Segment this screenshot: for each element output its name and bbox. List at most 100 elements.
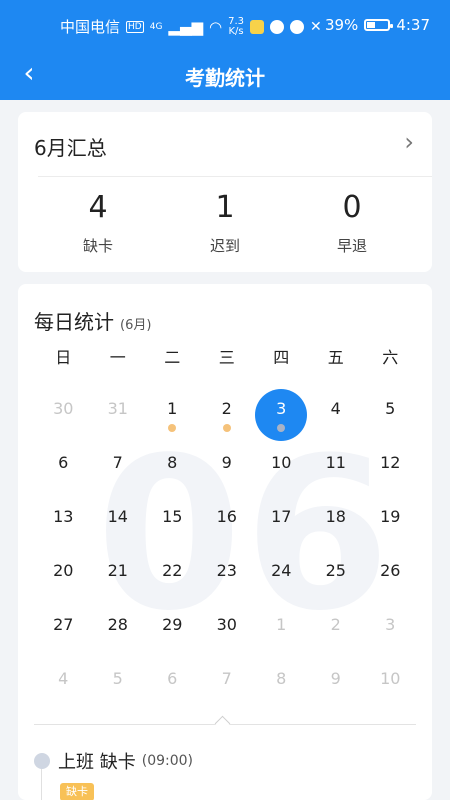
- calendar-day[interactable]: 1: [254, 602, 309, 656]
- wechat-icon: [290, 19, 305, 34]
- stat-late[interactable]: 1 迟到: [165, 190, 285, 256]
- stat-missing-punch[interactable]: 4 缺卡: [38, 190, 158, 256]
- day-number: 21: [107, 561, 128, 580]
- speed-unit: K/s: [228, 25, 244, 37]
- day-number: 8: [276, 669, 287, 688]
- calendar-day[interactable]: 28: [91, 602, 146, 656]
- calendar-day[interactable]: 7: [200, 656, 255, 710]
- calendar-day[interactable]: 6: [36, 440, 91, 494]
- day-number: 13: [53, 507, 74, 526]
- calendar-day[interactable]: 5: [91, 656, 146, 710]
- day-number: 28: [107, 615, 128, 634]
- calendar-day[interactable]: 18: [309, 494, 364, 548]
- calendar-day[interactable]: 2: [200, 386, 255, 440]
- speed-value: 7.3: [228, 15, 245, 27]
- calendar-day[interactable]: 22: [145, 548, 200, 602]
- calendar-day[interactable]: 9: [200, 440, 255, 494]
- notification-app-icon: [270, 19, 285, 34]
- app-header: 中国电信 HD 4G ▂▄▆ ◠ 7.3 K/s ✕ 39% 4:37 ‹ 考勤…: [0, 0, 450, 100]
- calendar-week-row: 4 5 6 7 8 9 10: [36, 656, 418, 710]
- day-number: 3: [385, 615, 396, 634]
- hd-badge: HD: [126, 20, 144, 33]
- calendar-day[interactable]: 12: [363, 440, 418, 494]
- calendar-day[interactable]: 27: [36, 602, 91, 656]
- day-number: 3: [255, 389, 308, 441]
- day-number: 5: [385, 399, 396, 418]
- exception-dot: [168, 424, 177, 432]
- calendar-day[interactable]: 13: [36, 494, 91, 548]
- calendar-day-selected[interactable]: 3: [254, 386, 309, 441]
- calendar-day[interactable]: 19: [363, 494, 418, 548]
- collapse-caret-icon[interactable]: [214, 715, 231, 732]
- month-tag: (6月): [120, 318, 152, 333]
- calendar-day[interactable]: 26: [363, 548, 418, 602]
- day-number: 1: [167, 399, 178, 418]
- weekday-label: 日: [55, 348, 72, 367]
- day-number: 18: [325, 507, 346, 526]
- stat-early-leave[interactable]: 0 早退: [292, 190, 412, 256]
- calendar-day[interactable]: 23: [200, 548, 255, 602]
- chevron-right-icon[interactable]: ›: [404, 128, 414, 156]
- calendar-day[interactable]: 7: [91, 440, 146, 494]
- calendar-day[interactable]: 5: [363, 386, 418, 440]
- day-number: 4: [330, 399, 341, 418]
- nav-bar: ‹ 考勤统计: [0, 50, 450, 100]
- calendar-day[interactable]: 30: [200, 602, 255, 656]
- weekday-label: 四: [273, 348, 290, 367]
- calendar-day[interactable]: 31: [91, 386, 146, 440]
- calendar-day[interactable]: 14: [91, 494, 146, 548]
- daily-title: 每日统计 (6月): [34, 306, 151, 335]
- calendar-day[interactable]: 9: [309, 656, 364, 710]
- clock: 4:37: [396, 16, 430, 34]
- calendar-day[interactable]: 11: [309, 440, 364, 494]
- calendar-day[interactable]: 3: [363, 602, 418, 656]
- carrier-text: 中国电信: [60, 18, 121, 36]
- calendar-day[interactable]: 25: [309, 548, 364, 602]
- day-number: 4: [58, 669, 69, 688]
- day-number: 8: [167, 453, 178, 472]
- day-number: 30: [53, 399, 74, 418]
- calendar-day[interactable]: 21: [91, 548, 146, 602]
- day-number: 7: [112, 453, 123, 472]
- network-speed: 7.3 K/s: [228, 15, 245, 37]
- day-number: 16: [216, 507, 237, 526]
- day-number: 31: [107, 399, 128, 418]
- calendar-day[interactable]: 1: [145, 386, 200, 440]
- day-number: 23: [216, 561, 237, 580]
- day-number: 12: [380, 453, 401, 472]
- weekday-header-row: 日 一 二 三 四 五 六: [36, 342, 418, 386]
- monthly-summary-card[interactable]: 6月汇总 › 4 缺卡 1 迟到 0 早退: [18, 112, 432, 272]
- divider: [38, 176, 432, 177]
- calendar-day[interactable]: 10: [254, 440, 309, 494]
- stat-label: 迟到: [209, 237, 240, 255]
- page-title: 考勤统计: [185, 66, 265, 90]
- calendar-day[interactable]: 29: [145, 602, 200, 656]
- calendar-day[interactable]: 30: [36, 386, 91, 440]
- signal-icon: ▂▄▆: [168, 17, 204, 36]
- calendar-day[interactable]: 16: [200, 494, 255, 548]
- calendar-day[interactable]: 17: [254, 494, 309, 548]
- calendar-day[interactable]: 20: [36, 548, 91, 602]
- network-type: 4G: [149, 21, 163, 32]
- calendar-day[interactable]: 24: [254, 548, 309, 602]
- day-number: 25: [325, 561, 346, 580]
- day-number: 11: [325, 453, 346, 472]
- calendar-day[interactable]: 6: [145, 656, 200, 710]
- calendar-day[interactable]: 4: [36, 656, 91, 710]
- calendar-day[interactable]: 15: [145, 494, 200, 548]
- weekday-label: 二: [164, 348, 181, 367]
- calendar-week-row: 30 31 1 2 3 4 5: [36, 386, 418, 441]
- calendar-day[interactable]: 4: [309, 386, 364, 440]
- weekday-label: 六: [382, 348, 399, 367]
- calendar-day[interactable]: 8: [145, 440, 200, 494]
- calendar-day[interactable]: 10: [363, 656, 418, 710]
- day-number: 9: [330, 669, 341, 688]
- day-number: 17: [271, 507, 292, 526]
- stat-value: 0: [342, 190, 362, 225]
- summary-title: 6月汇总: [34, 136, 107, 160]
- record-time: (09:00): [141, 753, 194, 769]
- calendar-day[interactable]: 2: [309, 602, 364, 656]
- day-number: 22: [162, 561, 183, 580]
- day-number: 2: [221, 399, 232, 418]
- calendar-day[interactable]: 8: [254, 656, 309, 710]
